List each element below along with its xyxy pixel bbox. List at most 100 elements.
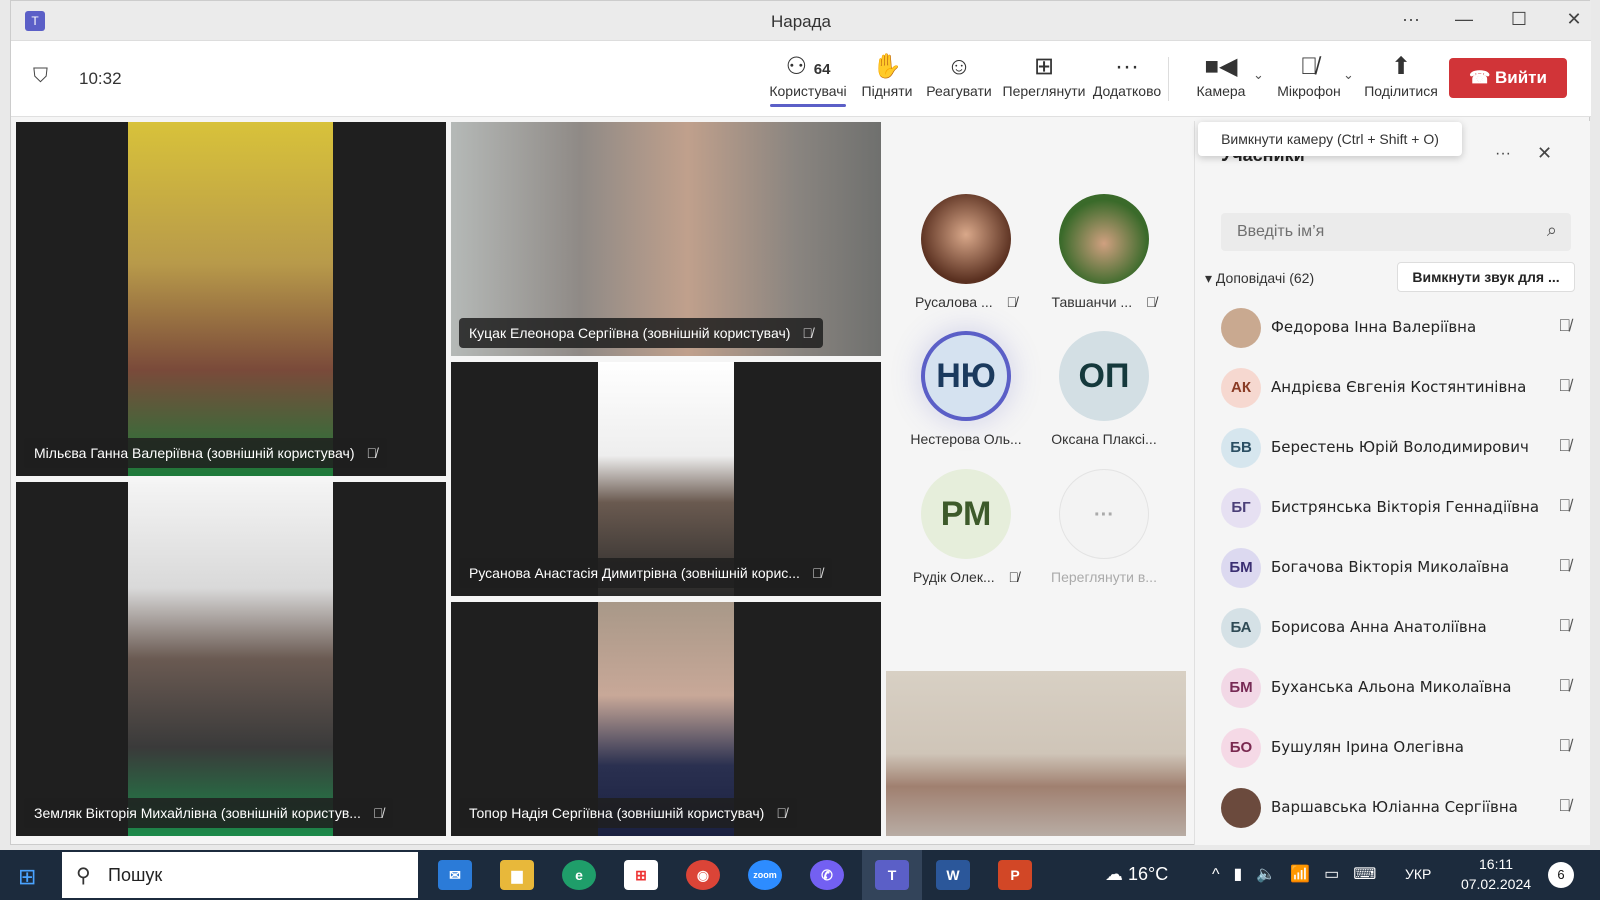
mic-off-icon: 🎙̸ (811, 565, 823, 581)
gallery-participant[interactable]: Тавшанчи ... 🎙̸ (1039, 194, 1169, 310)
avatar (1221, 788, 1261, 828)
teams-icon[interactable]: T (875, 860, 909, 890)
label: Вийти (1494, 68, 1547, 87)
video-tile[interactable]: Топор Надія Сергіївна (зовнішній користу… (451, 602, 881, 836)
video-tile[interactable]: Земляк Вікторія Михайлівна (зовнішній ко… (16, 482, 446, 836)
label: Поділитися (1364, 83, 1438, 99)
participants-count: 64 (813, 61, 831, 78)
gallery-participant[interactable]: Русалова ... 🎙̸ (901, 194, 1031, 310)
temperature: 16°C (1128, 864, 1169, 884)
gallery-participant[interactable]: РМ Рудік Олек... 🎙̸ (901, 469, 1031, 585)
camera-options-chevron-icon[interactable]: ⌄ (1253, 67, 1264, 83)
weather-widget[interactable]: ☁ 16°C (1105, 864, 1168, 885)
participant-list-item[interactable]: БГ Бистрянська Вікторія Геннадіївна 🎙̸ (1221, 483, 1571, 533)
more-options-button[interactable]: ··· (1396, 9, 1426, 30)
mail-icon[interactable]: ✉ (438, 860, 472, 890)
participant-list-item[interactable]: БА Борисова Анна Анатоліївна 🎙̸ (1221, 603, 1571, 653)
clock[interactable]: 16:11 07.02.2024 (1456, 856, 1536, 892)
raise-hand-button[interactable]: ✋ Підняти (847, 51, 927, 99)
video-tile[interactable]: Куцак Елеонора Сергіївна (зовнішній кори… (451, 122, 881, 356)
close-button[interactable]: ✕ (1559, 9, 1589, 30)
mic-off-icon: 🎙̸ (1300, 53, 1318, 80)
react-button[interactable]: ☺ Реагувати (919, 51, 999, 99)
taskbar: ⊞ ⚲ Пошук ✉ ▆ e ⊞ ◉ zoom ✆ T W P ☁ 16°C … (0, 850, 1600, 900)
label: Додатково (1092, 83, 1162, 99)
taskbar-search[interactable]: ⚲ Пошук (62, 852, 418, 898)
gallery-participant[interactable]: НЮ Нестерова Оль... (901, 331, 1031, 447)
label: Камера (1196, 83, 1246, 99)
mic-options-chevron-icon[interactable]: ⌄ (1343, 67, 1354, 83)
avatar (1059, 194, 1149, 284)
minimize-button[interactable]: — (1449, 9, 1479, 30)
avatar: ОП (1059, 331, 1149, 421)
system-tray-icons[interactable]: ^▮🔈📶▭⌨ (1212, 864, 1390, 884)
mic-off-icon: 🎙̸ (1558, 736, 1571, 755)
word-icon[interactable]: W (936, 860, 970, 890)
panel-more-button[interactable]: ··· (1495, 145, 1511, 163)
video-tile[interactable]: Мільєва Ганна Валеріївна (зовнішній кори… (16, 122, 446, 476)
participant-name: Борисова Анна Анатоліївна (1271, 618, 1487, 636)
avatar (1221, 308, 1261, 348)
name: Рудік Олек... (912, 569, 995, 585)
leave-button[interactable]: ☎ Вийти (1449, 58, 1567, 98)
mic-off-icon: 🎙̸ (1558, 556, 1571, 575)
window-title: Нарада (770, 12, 831, 31)
name: Переглянути в... (1051, 569, 1157, 585)
presenters-section-toggle[interactable]: ▾ Доповідачі (62) (1205, 270, 1314, 287)
participant-list-item[interactable]: Варшавська Юліанна Сергіївна 🎙̸ (1221, 783, 1571, 833)
store-icon[interactable]: ⊞ (624, 860, 658, 890)
participant-list-item[interactable]: БМ Буханська Альона Миколаївна 🎙̸ (1221, 663, 1571, 713)
cloud-icon: ☁ (1105, 864, 1123, 884)
edge-icon[interactable]: e (562, 860, 596, 890)
view-button[interactable]: ⊞ Переглянути (1001, 51, 1087, 99)
smile-icon: ☺ (946, 53, 972, 80)
section-label: Доповідачі (62) (1215, 270, 1315, 286)
share-button[interactable]: ⬆ Поділитися (1361, 51, 1441, 99)
title-bar: T Нарада ··· — ☐ ✕ (11, 1, 1591, 41)
people-icon: ⚇ (785, 53, 808, 80)
avatar: НЮ (921, 331, 1011, 421)
participant-list-item[interactable]: БМ Богачова Вікторія Миколаївна 🎙̸ (1221, 543, 1571, 593)
windows-start-icon[interactable]: ⊞ (18, 864, 36, 890)
notifications-badge[interactable]: 6 (1548, 862, 1574, 888)
label: Мікрофон (1277, 83, 1341, 99)
avatar: АК (1221, 368, 1261, 408)
mic-off-icon: 🎙̸ (1558, 376, 1571, 395)
maximize-button[interactable]: ☐ (1504, 9, 1534, 30)
mic-off-icon: 🎙̸ (1558, 616, 1571, 635)
mute-all-button[interactable]: Вимкнути звук для ... (1397, 262, 1575, 292)
avatar: БА (1221, 608, 1261, 648)
name: Тавшанчи ... (1051, 294, 1133, 310)
avatar: БВ (1221, 428, 1261, 468)
teams-window: T Нарада ··· — ☐ ✕ ⛉ 10:32 ⚇ 64 Користува… (10, 0, 1591, 845)
participant-list-item[interactable]: Федорова Інна Валеріївна 🎙̸ (1221, 303, 1571, 353)
participant-caption: Куцак Елеонора Сергіївна (зовнішній кори… (459, 318, 823, 348)
powerpoint-icon[interactable]: P (998, 860, 1032, 890)
video-feed (128, 122, 333, 476)
microphone-button[interactable]: 🎙̸ Мікрофон (1269, 51, 1349, 99)
avatar (921, 194, 1011, 284)
participant-list-item[interactable]: БВ Берестень Юрій Володимирович 🎙̸ (1221, 423, 1571, 473)
zoom-icon[interactable]: zoom (748, 860, 782, 890)
file-explorer-icon[interactable]: ▆ (500, 860, 534, 890)
mic-off-icon: 🎙̸ (1008, 569, 1020, 585)
panel-close-button[interactable]: ✕ (1537, 143, 1552, 164)
grid-icon: ⊞ (1033, 53, 1055, 80)
participants-button[interactable]: ⚇ 64 Користувачі (768, 51, 848, 107)
camera-button[interactable]: ■◀ Камера (1181, 51, 1261, 99)
mic-off-icon: 🎙̸ (1558, 436, 1571, 455)
chrome-icon[interactable]: ◉ (686, 860, 720, 890)
avatar: БГ (1221, 488, 1261, 528)
viber-icon[interactable]: ✆ (810, 860, 844, 890)
participant-list-item[interactable]: БО Бушулян Ірина Олегівна 🎙̸ (1221, 723, 1571, 773)
participant-list-item[interactable]: АК Андрієва Євгенія Костянтинівна 🎙̸ (1221, 363, 1571, 413)
gallery-participant[interactable]: ОП Оксана Плаксі... (1039, 331, 1169, 447)
participant-caption: Топор Надія Сергіївна (зовнішній користу… (459, 798, 797, 828)
more-actions-button[interactable]: ··· Додатково (1087, 51, 1167, 99)
shield-icon: ⛉ (33, 65, 48, 87)
video-tile[interactable]: Русанова Анастасія Димитрівна (зовнішній… (451, 362, 881, 596)
search-input[interactable]: Введіть ім’я ⌕ (1221, 213, 1571, 251)
participant-name: Бушулян Ірина Олегівна (1271, 738, 1464, 756)
view-all-button[interactable]: ··· Переглянути в... (1039, 469, 1169, 585)
language-indicator[interactable]: УКР (1405, 866, 1431, 882)
